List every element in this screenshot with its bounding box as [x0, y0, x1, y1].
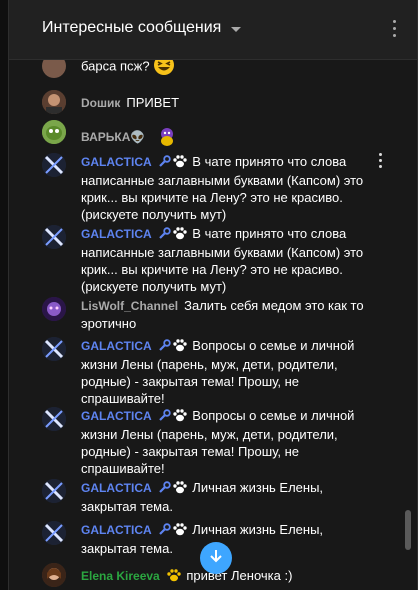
wrench-icon — [158, 339, 171, 356]
message-body: ВАРЬКА👽 — [81, 124, 379, 152]
wrench-icon — [158, 227, 171, 244]
arrow-down-icon — [208, 548, 224, 569]
author-name[interactable]: ВАРЬКА👽 — [81, 130, 145, 144]
wrench-icon — [158, 481, 171, 498]
wrench-icon — [158, 523, 171, 540]
chat-message[interactable]: GALACTICA В чате принято что слова напис… — [9, 225, 389, 295]
paw-icon — [172, 522, 188, 540]
paw-icon — [172, 338, 188, 356]
chat-messages: барса псж? Dошик ПРИВЕТ ВАРЬКА👽 GALACTIC… — [9, 60, 401, 590]
avatar — [42, 407, 66, 431]
author-name[interactable]: GALACTICA — [81, 409, 152, 423]
author-name[interactable]: GALACTICA — [81, 523, 152, 537]
author-name[interactable]: Elena Kireeva — [81, 569, 160, 583]
author-name[interactable]: LisWolf_Channel — [81, 299, 178, 313]
paw-icon — [172, 226, 188, 244]
chat-message[interactable]: LisWolf_Channel Залить себя медом это как… — [9, 297, 389, 333]
chat-message[interactable]: Dошик ПРИВЕТ — [9, 90, 389, 114]
avatar — [42, 120, 66, 144]
dragon-emoji-icon — [155, 124, 179, 152]
avatar — [42, 225, 66, 249]
message-body: GALACTICA Вопросы о семье и личной жизни… — [81, 407, 379, 477]
paw-icon — [172, 480, 188, 498]
message-body: LisWolf_Channel Залить себя медом это как… — [81, 297, 379, 332]
live-chat-panel: Интересные сообщения барса псж? Dошик ПРИ… — [8, 0, 418, 590]
paw-icon — [172, 154, 188, 172]
author-name[interactable]: Dошик — [81, 96, 120, 110]
chat-message[interactable]: GALACTICA Личная жизнь Елены, закрытая т… — [9, 479, 389, 515]
message-body: GALACTICA Вопросы о семье и личной жизни… — [81, 337, 379, 407]
author-name[interactable]: GALACTICA — [81, 339, 152, 353]
avatar — [42, 479, 66, 503]
avatar — [42, 563, 66, 587]
avatar — [42, 90, 66, 114]
wrench-icon — [158, 409, 171, 426]
chat-message[interactable]: GALACTICA В чате принято что слова напис… — [9, 153, 389, 223]
message-text: привет Леночка :) — [186, 568, 293, 583]
message-menu-icon[interactable] — [379, 153, 383, 169]
paw-icon — [172, 408, 188, 426]
avatar — [42, 60, 66, 78]
message-body: GALACTICA Личная жизнь Елены, закрытая т… — [81, 479, 379, 515]
author-name[interactable]: GALACTICA — [81, 155, 152, 169]
chat-scrollbar[interactable] — [405, 510, 411, 550]
chat-mode-dropdown[interactable]: Интересные сообщения — [42, 19, 242, 37]
message-body: Elena Kireeva привет Леночка :) — [81, 567, 379, 586]
more-options-icon[interactable] — [393, 20, 397, 38]
chat-message[interactable]: GALACTICA Личная жизнь Елены, закрытая т… — [9, 521, 389, 557]
scroll-to-bottom-button[interactable] — [200, 542, 232, 574]
avatar — [42, 297, 66, 321]
wrench-icon — [158, 155, 171, 172]
avatar — [42, 521, 66, 545]
avatar — [42, 337, 66, 361]
author-name[interactable]: GALACTICA — [81, 481, 152, 495]
message-body: GALACTICA В чате принято что слова напис… — [81, 153, 379, 223]
avatar — [42, 153, 66, 177]
message-text: ПРИВЕТ — [126, 95, 180, 110]
chat-message[interactable]: GALACTICA Вопросы о семье и личной жизни… — [9, 337, 389, 407]
laughing-emoji-icon — [153, 60, 175, 80]
chat-message[interactable]: барса псж? — [9, 60, 389, 78]
caret-down-icon — [231, 26, 242, 32]
chat-message[interactable]: Elena Kireeva привет Леночка :) — [9, 563, 389, 589]
chat-message[interactable]: GALACTICA Вопросы о семье и личной жизни… — [9, 407, 389, 477]
chat-header: Интересные сообщения — [9, 0, 417, 60]
message-body: GALACTICA В чате принято что слова напис… — [81, 225, 379, 295]
message-body: барса псж? — [81, 60, 379, 80]
message-body: Dошик ПРИВЕТ — [81, 94, 379, 112]
paw-icon — [166, 568, 182, 586]
chat-mode-label: Интересные сообщения — [42, 19, 222, 36]
author-name[interactable]: GALACTICA — [81, 227, 152, 241]
message-text: барса псж? — [81, 60, 150, 74]
chat-message[interactable]: ВАРЬКА👽 — [9, 120, 389, 146]
